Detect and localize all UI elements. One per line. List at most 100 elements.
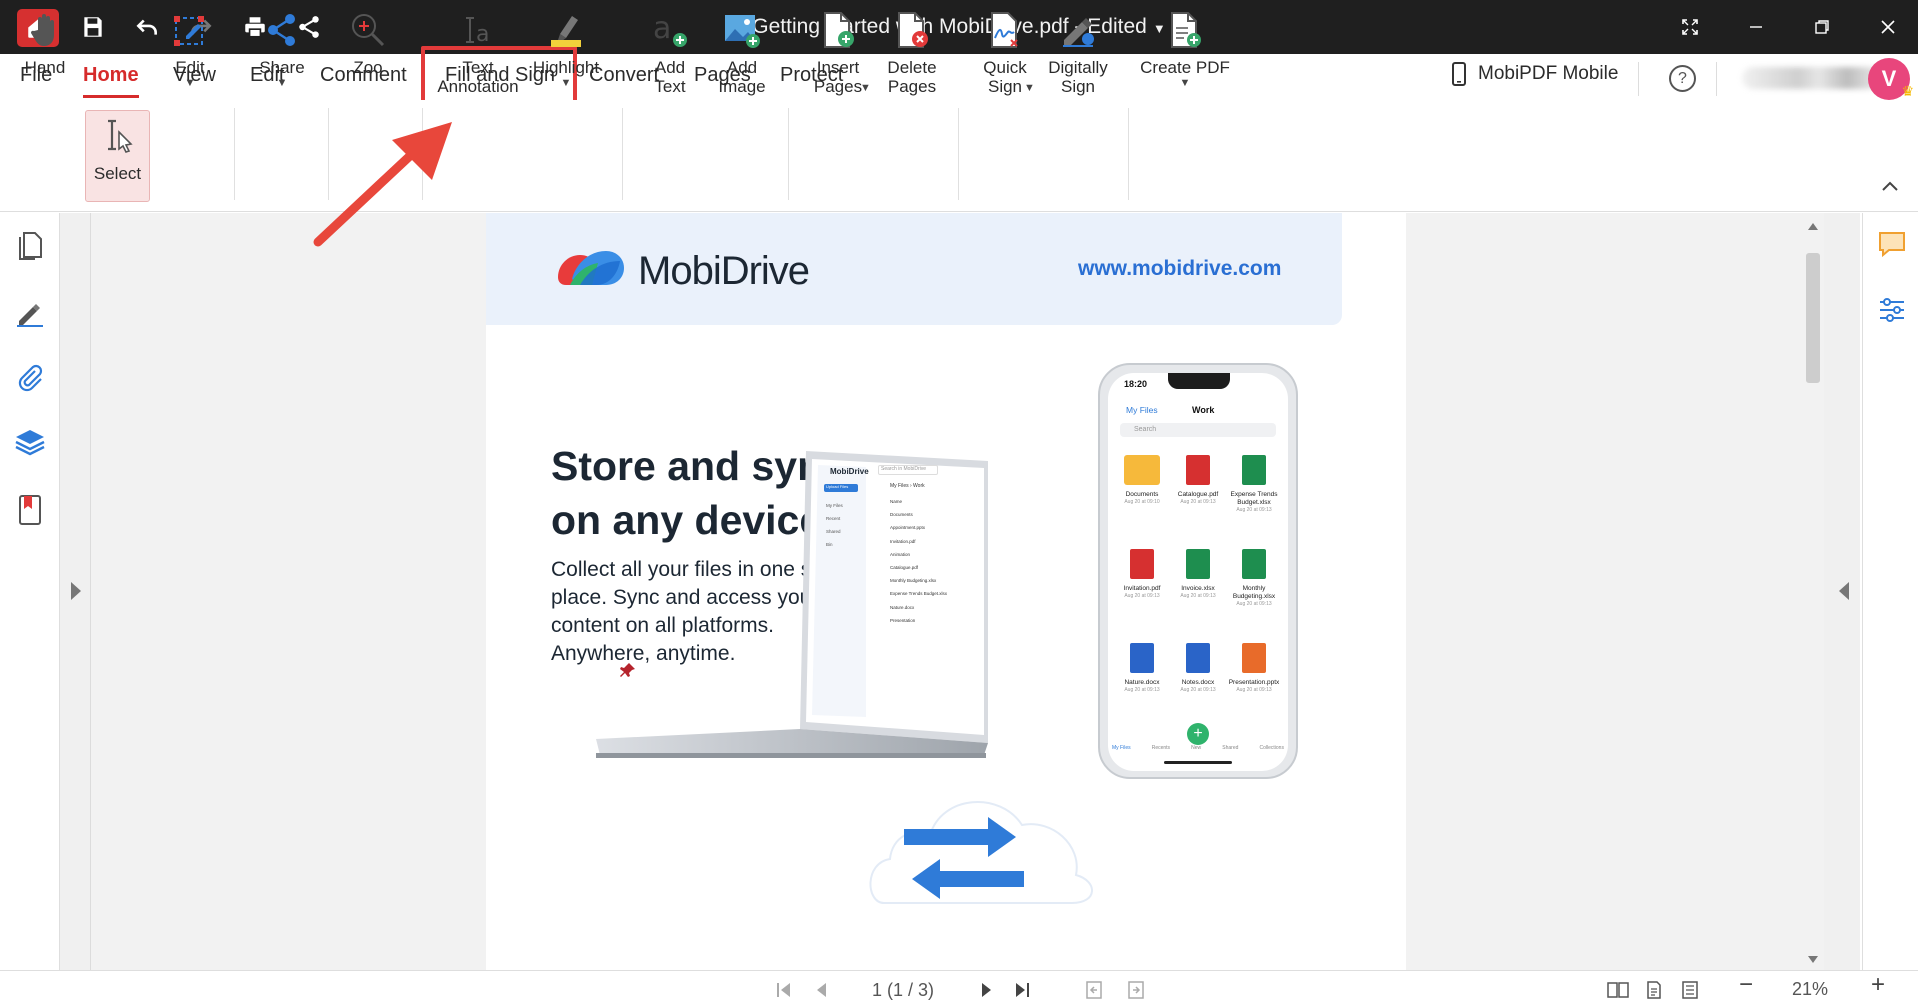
create-pdf-tool[interactable]: Create PDF ▼ <box>1140 8 1230 104</box>
right-panel <box>1862 213 1918 970</box>
maximize-button[interactable] <box>1792 0 1852 54</box>
laptop-nav-item: Shared <box>826 529 841 534</box>
delete-pages-tool[interactable]: Delete Pages <box>880 8 944 104</box>
two-page-view-icon[interactable] <box>1606 980 1630 1000</box>
phone-tab-bar: My Files Recents New Shared Collections <box>1112 745 1284 751</box>
zoom-in-button[interactable]: + <box>1868 971 1888 998</box>
phone-file-item: Documents Aug 20 at 09:10 <box>1114 451 1170 537</box>
laptop-nav-item: My Files <box>826 503 843 508</box>
laptop-nav-item: Recent <box>826 516 841 521</box>
phone-screen: 18:20 My Files Work Search Documents Aug … <box>1108 373 1288 771</box>
phone-file-meta: Aug 20 at 09:13 <box>1236 687 1272 693</box>
scroll-down-icon[interactable] <box>1806 954 1820 966</box>
menu-divider <box>1638 62 1639 96</box>
pptx-file-icon <box>1242 643 1266 673</box>
phone-file-meta: Aug 20 at 09:13 <box>1124 687 1160 693</box>
close-button[interactable] <box>1858 0 1918 54</box>
pages-icon[interactable] <box>13 229 47 263</box>
go-forward-icon[interactable] <box>1126 980 1146 1000</box>
highlight-tool[interactable]: Highlight ▼ <box>526 8 606 104</box>
phone-file-item: Notes.docx Aug 20 at 09:13 <box>1170 639 1226 725</box>
delete-page-icon <box>898 12 928 48</box>
laptop-nav: My Files Recent Shared Bin <box>826 499 843 551</box>
text-annotation-tool[interactable]: a Text Annotation <box>432 8 524 104</box>
brand-name: MobiDrive <box>638 249 810 293</box>
collapse-ribbon-icon[interactable] <box>1876 176 1904 196</box>
fill-sign-icon[interactable] <box>13 295 47 329</box>
add-image-icon <box>725 15 760 48</box>
chevron-down-icon: ▼ <box>560 77 572 89</box>
go-back-icon[interactable] <box>1084 980 1104 1000</box>
ribbon-divider <box>622 108 623 200</box>
expand-left-panel-icon[interactable] <box>68 580 84 602</box>
mobidrive-logo-icon <box>558 251 624 285</box>
phone-file-name: Invitation.pdf <box>1123 585 1161 592</box>
phone-home-indicator <box>1164 761 1232 764</box>
last-page-icon[interactable] <box>1012 980 1032 1000</box>
phone-file-meta: Aug 20 at 09:10 <box>1124 499 1160 505</box>
ribbon-divider <box>788 108 789 200</box>
text-annotation-icon: a <box>466 17 489 47</box>
signature-icon <box>991 12 1018 48</box>
first-page-icon[interactable] <box>774 980 794 1000</box>
phone-file-item: Invoice.xlsx Aug 20 at 09:13 <box>1170 545 1226 631</box>
edit-tool[interactable]: Edit ▼ <box>162 8 218 104</box>
pdf-file-icon <box>1130 549 1154 579</box>
undo-icon <box>136 19 157 35</box>
expand-right-panel-icon[interactable] <box>1836 580 1852 602</box>
edit-icon <box>174 16 204 46</box>
phone-tab: My Files <box>1112 745 1131 751</box>
account-name-blurred[interactable] <box>1742 67 1882 89</box>
cloud-sync-illustration <box>869 801 1093 904</box>
minimize-icon <box>1750 26 1762 28</box>
hand-label: Hand <box>24 58 66 77</box>
brand-url-link[interactable]: www.mobidrive.com <box>1078 257 1281 281</box>
zoom-level[interactable]: 21% <box>1792 979 1828 1000</box>
add-image-tool[interactable]: Add Image <box>710 8 774 104</box>
scroll-up-icon[interactable] <box>1806 220 1820 232</box>
minimize-button[interactable] <box>1726 0 1786 54</box>
add-image-label-2: Image <box>718 77 766 96</box>
chevron-down-icon: ▼ <box>184 77 196 89</box>
properties-sliders-icon[interactable] <box>1877 295 1907 325</box>
insert-pages-tool[interactable]: Insert Pages ▼ <box>800 8 876 104</box>
phone-back: My Files <box>1126 405 1158 415</box>
select-tool[interactable]: Select <box>85 110 150 202</box>
next-page-icon[interactable] <box>976 980 996 1000</box>
annotation-arrow-icon <box>313 122 452 247</box>
hand-tool[interactable]: Hand <box>14 8 76 104</box>
share-tool[interactable]: Share ▼ <box>252 8 312 104</box>
phone-file-meta: Aug 20 at 09:13 <box>1236 507 1272 513</box>
zoom-tool[interactable]: Zoo <box>342 8 394 104</box>
phone-file-meta: Aug 20 at 09:13 <box>1180 593 1216 599</box>
fullscreen-button[interactable] <box>1660 0 1720 54</box>
help-button[interactable]: ? <box>1669 65 1696 92</box>
layers-icon[interactable] <box>13 425 47 459</box>
zoom-out-button[interactable]: − <box>1736 971 1756 998</box>
mobipdf-mobile-link[interactable]: MobiPDF Mobile <box>1452 62 1618 86</box>
pdf-page[interactable]: MobiDrive www.mobidrive.com Store and sy… <box>486 213 1406 970</box>
create-pdf-label: Create PDF <box>1140 58 1230 77</box>
digitally-sign-label-2: Sign <box>1060 77 1096 96</box>
attachment-icon[interactable] <box>13 361 47 395</box>
digitally-sign-tool[interactable]: Digitally Sign <box>1042 8 1114 104</box>
chevron-down-icon: ▼ <box>1024 82 1035 94</box>
page-indicator[interactable]: 1 (1 / 3) <box>872 980 934 1001</box>
menu-home[interactable]: Home <box>83 64 139 98</box>
continuous-view-icon[interactable] <box>1680 980 1700 1000</box>
digital-signature-icon <box>1063 18 1094 47</box>
add-text-tool[interactable]: a Add Text <box>638 8 702 104</box>
previous-page-icon[interactable] <box>812 980 832 1000</box>
phone-file-name: Nature.docx <box>1124 679 1160 686</box>
add-text-icon: a <box>653 11 687 47</box>
single-page-view-icon[interactable] <box>1644 980 1664 1000</box>
laptop-file-row: Animation <box>890 551 911 557</box>
avatar[interactable]: V ♛ <box>1868 58 1914 100</box>
phone-file-name: Invoice.xlsx <box>1181 585 1215 592</box>
bookmark-icon[interactable] <box>13 493 47 527</box>
mobipdf-mobile-label: MobiPDF Mobile <box>1478 63 1619 84</box>
quick-sign-tool[interactable]: Quick Sign ▼ <box>972 8 1038 104</box>
phone-file-meta: Aug 20 at 09:13 <box>1124 593 1160 599</box>
comment-icon[interactable] <box>1877 229 1907 259</box>
scrollbar-thumb[interactable] <box>1806 253 1820 383</box>
